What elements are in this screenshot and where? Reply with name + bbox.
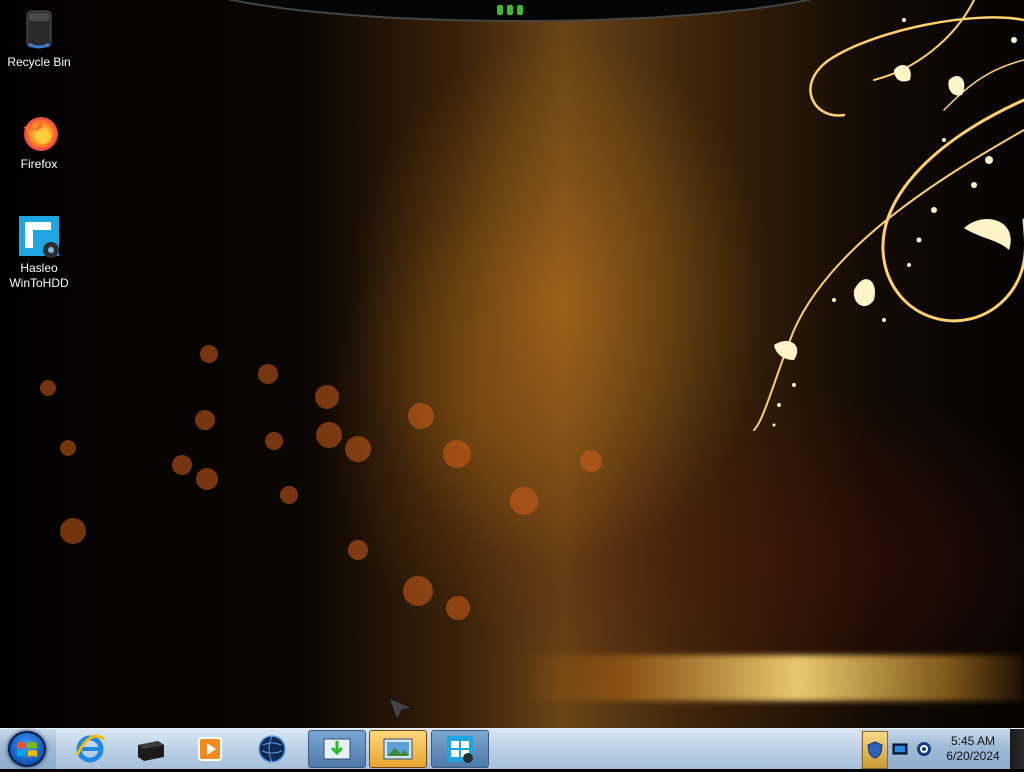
system-clock[interactable]: 5:45 AM 6/20/2024 — [934, 734, 1012, 764]
golden-swirl-ornament — [753, 0, 1024, 431]
wintohdd-shortcut[interactable]: Hasleo WinToHDD — [0, 214, 78, 291]
taskbar-device[interactable] — [122, 731, 178, 767]
recycle-bin-shortcut[interactable]: Recycle Bin — [0, 8, 78, 70]
green-led — [497, 5, 503, 15]
mouse-cursor-icon — [388, 697, 415, 722]
firefox-icon — [23, 117, 58, 151]
taskbar-internet-explorer[interactable] — [62, 731, 118, 767]
bokeh-dot — [345, 436, 371, 462]
update-icon[interactable] — [916, 741, 932, 757]
bokeh-dot — [195, 410, 215, 430]
network-icon[interactable] — [892, 741, 908, 757]
bokeh-dot — [200, 345, 218, 363]
bokeh-dot — [315, 385, 339, 409]
taskbar-globe[interactable] — [244, 731, 300, 767]
bokeh-dot — [443, 440, 471, 468]
recycle-bin-icon — [26, 10, 52, 49]
bokeh-dot — [60, 440, 76, 456]
windows-setup-icon — [447, 736, 473, 763]
bokeh-dot — [258, 364, 278, 384]
start-button[interactable] — [8, 731, 46, 767]
taskbar-download-window[interactable] — [308, 730, 366, 768]
green-led — [507, 5, 513, 15]
taskbar: 5:45 AM 6/20/2024 — [0, 728, 1024, 769]
green-led — [517, 5, 523, 15]
bokeh-dot — [446, 596, 470, 620]
bokeh-dot — [316, 422, 342, 448]
bokeh-dot — [265, 432, 283, 450]
clock-date: 6/20/2024 — [946, 749, 1000, 763]
device-icon — [138, 741, 164, 761]
taskbar-media-player[interactable] — [182, 731, 238, 767]
taskbar-picture-window[interactable] — [369, 730, 427, 768]
wintohdd-label-line2: WinToHDD — [9, 276, 69, 290]
bokeh-dot — [60, 518, 86, 544]
globe-icon — [258, 735, 286, 763]
picture-window-icon — [383, 738, 413, 760]
security-shield-icon[interactable] — [867, 741, 883, 759]
desktop-wallpaper — [0, 0, 1024, 728]
taskbar-buttons-area — [56, 729, 861, 769]
show-desktop-button[interactable] — [1010, 729, 1024, 769]
bokeh-dot — [408, 403, 434, 429]
clock-time: 5:45 AM — [950, 734, 996, 748]
recycle-bin-label: Recycle Bin — [7, 55, 71, 69]
wallpaper-glow-bar — [520, 655, 1024, 701]
firefox-shortcut[interactable]: Firefox — [0, 110, 78, 172]
bokeh-dot — [196, 468, 218, 490]
windows-orb-icon — [17, 742, 37, 757]
media-player-icon — [198, 737, 222, 761]
download-window-icon — [323, 738, 351, 760]
bokeh-dot — [403, 576, 433, 606]
bokeh-dot — [280, 486, 298, 504]
bokeh-dot — [172, 455, 192, 475]
taskbar-windows-setup[interactable] — [431, 730, 489, 768]
internet-explorer-icon — [75, 734, 105, 763]
wintohdd-icon — [19, 216, 59, 258]
bokeh-dot — [348, 540, 368, 560]
bokeh-dot — [580, 450, 602, 472]
bokeh-dot — [510, 487, 538, 515]
firefox-label: Firefox — [20, 157, 58, 171]
wintohdd-label-line1: Hasleo — [20, 261, 58, 275]
bokeh-dot — [40, 380, 56, 396]
